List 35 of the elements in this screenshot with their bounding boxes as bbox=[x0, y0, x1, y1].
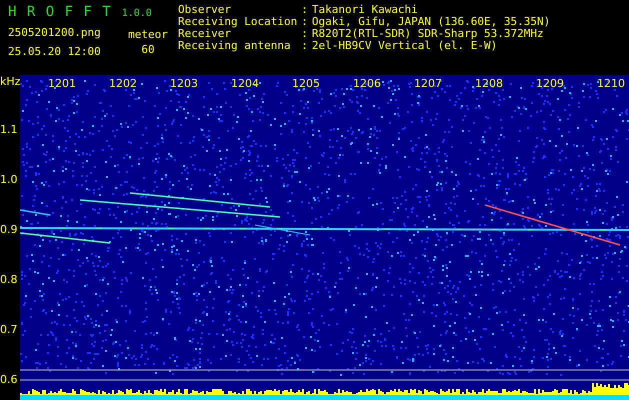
info-value: 2el-HB9CV Vertical (el. E-W) bbox=[312, 40, 498, 52]
axis-tick-label: 1207 bbox=[414, 77, 442, 90]
axis-tick-label: 0.7 bbox=[0, 323, 18, 336]
info-separator: : bbox=[301, 4, 308, 16]
axis-tick-label: 0.6 bbox=[0, 373, 18, 386]
info-value: Ogaki, Gifu, JAPAN (136.60E, 35.35N) bbox=[312, 16, 550, 28]
axis-tick-label: 1210 bbox=[597, 77, 625, 90]
datetime-label: 25.05.20 12:00 bbox=[8, 45, 102, 58]
axis-tick-label: 1.1 bbox=[0, 123, 18, 136]
axis-tick-label: 1201 bbox=[48, 77, 76, 90]
info-value: Takanori Kawachi bbox=[312, 4, 419, 16]
info-label: Receiving antenna bbox=[178, 40, 292, 52]
info-label: Observer bbox=[178, 4, 232, 16]
info-separator: : bbox=[301, 16, 308, 28]
axis-tick-label: 1205 bbox=[292, 77, 320, 90]
axis-unit: kHz bbox=[0, 75, 20, 88]
axis-tick-label: 1.0 bbox=[0, 173, 18, 186]
filename-label: 2505201200.png bbox=[8, 26, 102, 39]
axis-tick-label: 1204 bbox=[231, 77, 259, 90]
info-value: R820T2(RTL-SDR) SDR-Sharp 53.372MHz bbox=[312, 28, 545, 40]
axis-tick-label: 1203 bbox=[170, 77, 198, 90]
info-separator: : bbox=[301, 40, 308, 52]
count-label: 60 bbox=[141, 43, 155, 56]
axis-tick-label: 1202 bbox=[109, 77, 137, 90]
info-label: Receiver bbox=[178, 28, 231, 40]
axis-tick-label: 1206 bbox=[353, 77, 381, 90]
axis-tick-label: 0.8 bbox=[0, 273, 18, 286]
info-separator: : bbox=[301, 28, 308, 40]
version-label: 1.0.0 bbox=[122, 8, 152, 19]
axis-tick-label: 0.9 bbox=[0, 223, 18, 236]
axis-tick-label: 1209 bbox=[536, 77, 564, 90]
axis-tick-label: 1208 bbox=[475, 77, 503, 90]
info-label: Receiving Location bbox=[178, 16, 298, 28]
mode-label: meteor bbox=[128, 28, 168, 41]
app-title: H R O F F T bbox=[8, 4, 112, 20]
